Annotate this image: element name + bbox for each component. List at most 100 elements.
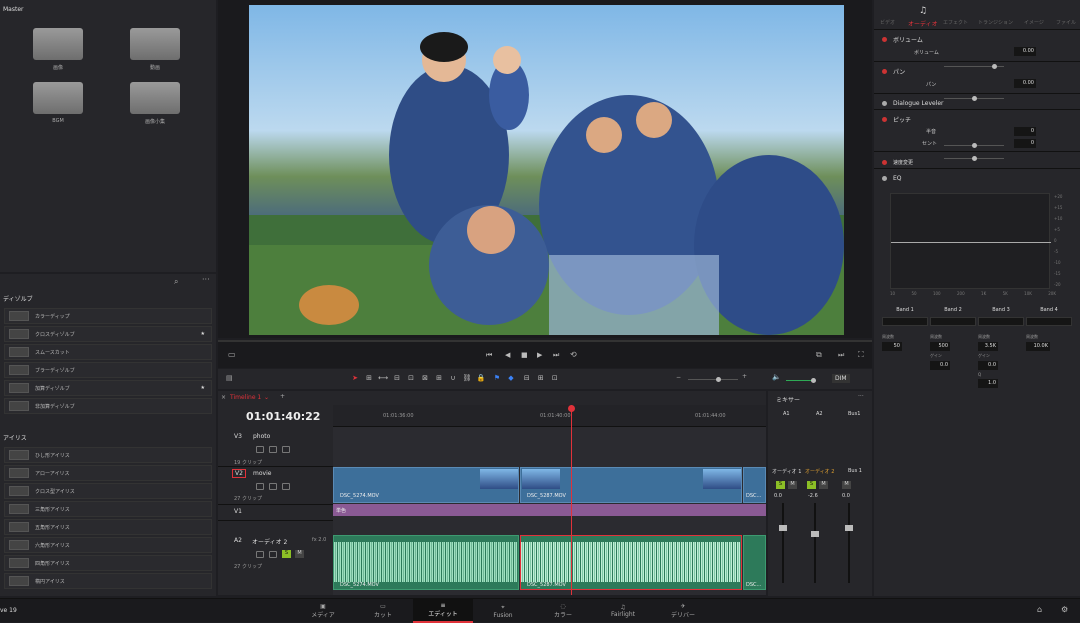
zoom-in-icon[interactable]: + bbox=[742, 373, 747, 380]
folder-item[interactable]: 動画 bbox=[115, 28, 195, 71]
volume-value[interactable]: 0.00 bbox=[1014, 47, 1036, 56]
effect-item[interactable]: ブラーディゾルブ bbox=[4, 362, 212, 378]
marker-icon[interactable]: ◆ bbox=[504, 374, 518, 382]
overwrite-icon[interactable]: ⊠ bbox=[418, 374, 432, 382]
page-color[interactable]: ◌ カラー bbox=[533, 599, 593, 623]
more-icon[interactable]: ··· bbox=[858, 393, 864, 400]
link-icon[interactable]: ⛓ bbox=[460, 374, 474, 382]
auto-select-icon[interactable] bbox=[269, 551, 277, 560]
effect-item[interactable]: 五角形アイリス bbox=[4, 519, 212, 535]
effect-item[interactable]: 六角形アイリス bbox=[4, 537, 212, 553]
tab-file[interactable]: ファイル bbox=[1056, 19, 1076, 26]
fullscreen-icon[interactable]: ⛶ bbox=[858, 350, 864, 360]
video-clip[interactable]: DSC_5287.MOV bbox=[520, 467, 742, 503]
q-value[interactable]: 1.0 bbox=[978, 379, 998, 388]
replace-icon[interactable]: ⊞ bbox=[432, 374, 446, 382]
next-clip-button[interactable]: ⏭ bbox=[553, 351, 559, 360]
track-name[interactable]: オーディオ 2 bbox=[252, 537, 287, 546]
lock-track-icon[interactable] bbox=[256, 551, 264, 560]
search-icon[interactable]: ⌕ bbox=[174, 277, 178, 287]
zoom-full-icon[interactable]: ⊟ bbox=[520, 374, 534, 382]
keyframe-dot[interactable] bbox=[882, 36, 887, 42]
effect-item[interactable]: アローアイリス bbox=[4, 465, 212, 481]
tab-image[interactable]: イメージ bbox=[1024, 19, 1044, 26]
close-tab-icon[interactable]: × bbox=[221, 394, 226, 401]
fader[interactable] bbox=[811, 503, 819, 583]
effect-item[interactable]: 四角形アイリス bbox=[4, 555, 212, 571]
effect-item[interactable]: カラーディップ bbox=[4, 308, 212, 324]
effect-item[interactable]: 加算ディゾルブ ★ bbox=[4, 380, 212, 396]
keyframe-dot[interactable] bbox=[882, 159, 887, 165]
effect-item[interactable]: クロス型アイリス bbox=[4, 483, 212, 499]
lock-icon[interactable]: 🔒 bbox=[474, 374, 488, 382]
effect-item[interactable]: 三角形アイリス bbox=[4, 501, 212, 517]
play-button[interactable]: ▶ bbox=[537, 351, 542, 359]
eq-graph[interactable] bbox=[890, 193, 1051, 289]
video-clip[interactable]: DSC... bbox=[743, 467, 766, 503]
effect-item[interactable]: 非加算ディゾルブ bbox=[4, 398, 212, 414]
gain-value[interactable]: 0.0 bbox=[930, 361, 950, 370]
solid-color-clip[interactable]: 単色 bbox=[333, 504, 766, 516]
favorite-star-icon[interactable]: ★ bbox=[201, 385, 205, 391]
folder-item[interactable]: BGM bbox=[18, 82, 98, 124]
auto-select-icon[interactable] bbox=[269, 446, 277, 455]
band-type-select[interactable] bbox=[978, 317, 1024, 326]
mute-button[interactable]: M bbox=[842, 481, 851, 489]
speaker-icon[interactable]: 🔈 bbox=[772, 373, 781, 381]
zoom-detail-icon[interactable]: ⊞ bbox=[534, 374, 548, 382]
solo-button[interactable]: S bbox=[776, 481, 785, 489]
video-clip[interactable]: DSC_5274.MOV bbox=[333, 467, 519, 503]
solo-button[interactable]: S bbox=[282, 550, 291, 558]
page-cut[interactable]: ▭ カット bbox=[353, 599, 413, 623]
viewer-mode-icon[interactable]: ▭ bbox=[228, 350, 236, 359]
cent-value[interactable]: 0 bbox=[1014, 139, 1036, 148]
tab-effects[interactable]: エフェクト bbox=[943, 19, 968, 26]
effect-item[interactable]: スムースカット bbox=[4, 344, 212, 360]
mute-button[interactable]: M bbox=[788, 481, 797, 489]
band-type-select[interactable] bbox=[1026, 317, 1072, 326]
solo-button[interactable]: S bbox=[807, 481, 816, 489]
gear-icon[interactable]: ⚙ bbox=[1061, 605, 1068, 614]
out-point-icon[interactable]: ⏭ bbox=[838, 351, 844, 360]
gain-value[interactable]: 0.0 bbox=[978, 361, 998, 370]
zoom-custom-icon[interactable]: ⊡ bbox=[548, 374, 562, 382]
disable-track-icon[interactable] bbox=[282, 483, 290, 492]
page-fairlight[interactable]: ♫ Fairlight bbox=[593, 599, 653, 623]
audio-clip[interactable]: DSC... bbox=[743, 535, 766, 590]
disable-track-icon[interactable] bbox=[282, 446, 290, 455]
page-fusion[interactable]: ⌖ Fusion bbox=[473, 599, 533, 623]
tab-video[interactable]: ビデオ bbox=[880, 19, 895, 26]
pan-value[interactable]: 0.00 bbox=[1014, 79, 1036, 88]
effect-item[interactable]: ひし形アイリス bbox=[4, 447, 212, 463]
stop-button[interactable]: ■ bbox=[521, 351, 528, 359]
add-tab-icon[interactable]: + bbox=[280, 393, 285, 400]
freq-value[interactable]: 3.5K bbox=[978, 342, 998, 351]
tab-dropdown-icon[interactable]: ⌄ bbox=[264, 394, 269, 401]
band-type-select[interactable] bbox=[930, 317, 976, 326]
more-icon[interactable]: ··· bbox=[202, 275, 210, 284]
prev-clip-button[interactable]: ⏮ bbox=[486, 351, 492, 360]
selection-tool-icon[interactable]: ➤ bbox=[348, 374, 362, 382]
playhead-handle[interactable] bbox=[568, 405, 575, 412]
audio-clip[interactable]: DSC_5287.MOV bbox=[520, 535, 742, 590]
freq-value[interactable]: 500 bbox=[930, 342, 950, 351]
semitone-slider[interactable] bbox=[944, 143, 1004, 148]
band-type-select[interactable] bbox=[882, 317, 928, 326]
toggle-dot[interactable] bbox=[882, 100, 887, 106]
freq-value[interactable]: 10.0K bbox=[1026, 342, 1050, 351]
step-back-button[interactable]: ◀ bbox=[505, 351, 510, 359]
playhead[interactable] bbox=[571, 405, 572, 595]
audio-clip[interactable]: DSC_5274.MOV bbox=[333, 535, 519, 590]
keyframe-dot[interactable] bbox=[882, 116, 887, 122]
lock-track-icon[interactable] bbox=[256, 483, 264, 492]
dim-button[interactable]: DIM bbox=[832, 374, 850, 383]
page-media[interactable]: ▣ メディア bbox=[293, 599, 353, 623]
blade-tool-icon[interactable]: ⊟ bbox=[390, 374, 404, 382]
loop-button[interactable]: ⟲ bbox=[570, 350, 577, 359]
fader[interactable] bbox=[779, 503, 787, 583]
page-edit[interactable]: ≡ エディット bbox=[413, 599, 473, 623]
track-name[interactable]: movie bbox=[253, 470, 271, 477]
mute-button[interactable]: M bbox=[295, 550, 304, 558]
lock-track-icon[interactable] bbox=[256, 446, 264, 455]
insert-icon[interactable]: ⊡ bbox=[404, 374, 418, 382]
